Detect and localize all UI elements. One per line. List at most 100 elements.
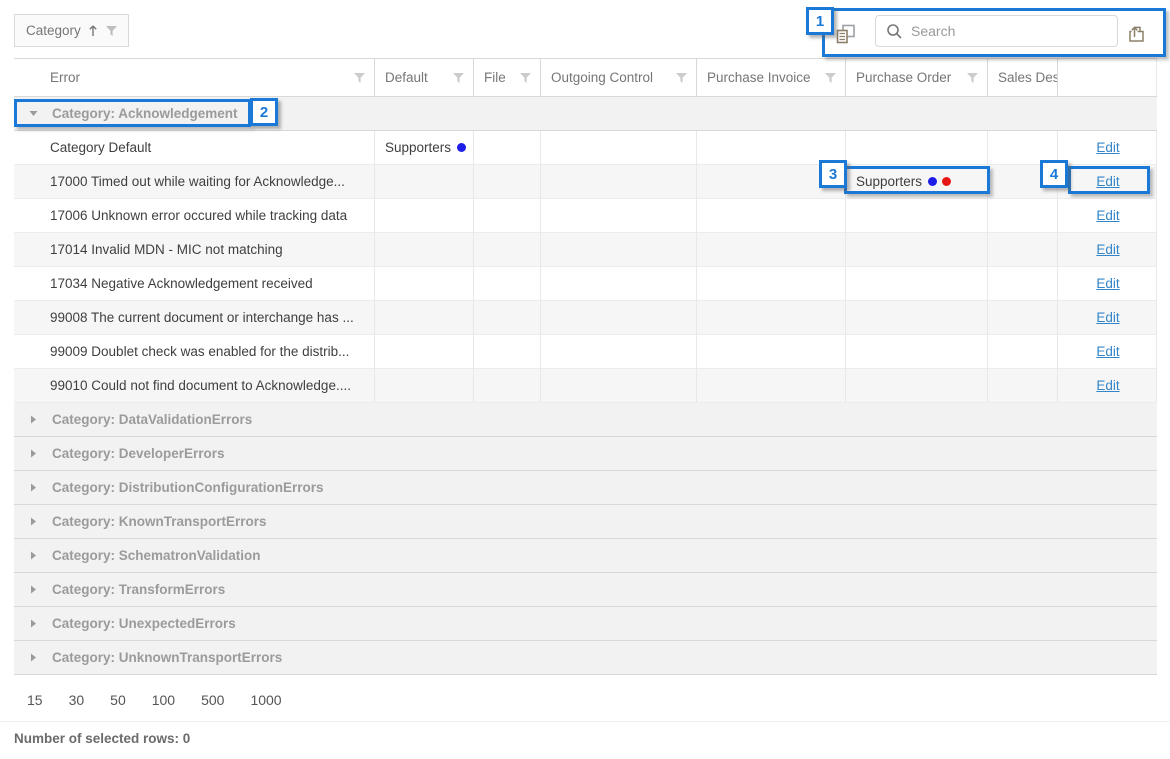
purchase-invoice-cell: [697, 131, 846, 164]
group-row-unexpectederrors[interactable]: Category: UnexpectedErrors: [14, 607, 1157, 641]
chevron-right-icon[interactable]: [14, 585, 52, 594]
column-header-purchase-order[interactable]: Purchase Order: [846, 59, 988, 96]
file-cell: [474, 199, 541, 232]
table-row[interactable]: Category Default Supporters Edit: [14, 131, 1157, 165]
edit-link[interactable]: Edit: [1096, 276, 1119, 291]
edit-link[interactable]: Edit: [1096, 344, 1119, 359]
edit-link[interactable]: Edit: [1096, 208, 1119, 223]
page-size-option[interactable]: 50: [110, 692, 126, 708]
edit-link[interactable]: Edit: [1096, 174, 1119, 189]
purchase-order-cell: [846, 301, 988, 334]
table-row[interactable]: 99008 The current document or interchang…: [14, 301, 1157, 335]
default-cell: Supporters: [375, 131, 474, 164]
sales-despatch-cell: [988, 301, 1058, 334]
error-cell: 99009 Doublet check was enabled for the …: [14, 335, 375, 368]
filter-icon[interactable]: [960, 72, 979, 84]
search-input[interactable]: [911, 23, 1109, 39]
column-header-file[interactable]: File: [474, 59, 541, 96]
page-size-option[interactable]: 1000: [250, 692, 281, 708]
edit-link[interactable]: Edit: [1096, 378, 1119, 393]
table-row[interactable]: 17000 Timed out while waiting for Acknow…: [14, 165, 1157, 199]
group-row-transformerrors[interactable]: Category: TransformErrors: [14, 573, 1157, 607]
page-size-option[interactable]: 100: [152, 692, 175, 708]
outgoing-control-cell: [541, 369, 697, 402]
error-cell: 17006 Unknown error occured while tracki…: [14, 199, 375, 232]
sales-despatch-cell: [988, 233, 1058, 266]
chevron-right-icon[interactable]: [14, 483, 52, 492]
filter-icon[interactable]: [513, 72, 532, 84]
chevron-right-icon[interactable]: [14, 653, 52, 662]
chevron-right-icon[interactable]: [14, 449, 52, 458]
page-size-option[interactable]: 30: [69, 692, 85, 708]
column-header-label: Sales Desp: [998, 70, 1058, 85]
page-size-option[interactable]: 500: [201, 692, 224, 708]
file-cell: [474, 233, 541, 266]
supporter-dot-red: [942, 177, 951, 186]
default-cell: [375, 199, 474, 232]
column-header-outgoing-control[interactable]: Outgoing Control: [541, 59, 697, 96]
group-chip-label: Category: [26, 23, 81, 38]
group-label: Category: UnknownTransportErrors: [52, 650, 282, 665]
edit-cell: Edit: [1058, 335, 1157, 368]
page-size-selector: 15 30 50 100 500 1000: [14, 692, 1170, 708]
edit-link[interactable]: Edit: [1096, 242, 1119, 257]
outgoing-control-cell: [541, 301, 697, 334]
outgoing-control-cell: [541, 335, 697, 368]
column-header-sales-despatch[interactable]: Sales Desp: [988, 59, 1058, 96]
filter-icon[interactable]: [669, 72, 688, 84]
filter-icon[interactable]: [347, 72, 366, 84]
purchase-invoice-cell: [697, 233, 846, 266]
chevron-right-icon[interactable]: [14, 517, 52, 526]
file-cell: [474, 301, 541, 334]
filter-icon[interactable]: [818, 72, 837, 84]
edit-cell: Edit: [1058, 267, 1157, 300]
chevron-right-icon[interactable]: [14, 619, 52, 628]
filter-icon[interactable]: [105, 25, 118, 37]
edit-cell: Edit: [1058, 131, 1157, 164]
table-row[interactable]: 99009 Doublet check was enabled for the …: [14, 335, 1157, 369]
sort-up-icon: [88, 24, 98, 37]
chevron-right-icon[interactable]: [14, 415, 52, 424]
filter-icon[interactable]: [446, 72, 465, 84]
chevron-down-icon[interactable]: [14, 110, 52, 117]
group-row-developererrors[interactable]: Category: DeveloperErrors: [14, 437, 1157, 471]
group-label: Category: DeveloperErrors: [52, 446, 225, 461]
page-size-option[interactable]: 15: [27, 692, 43, 708]
edit-link[interactable]: Edit: [1096, 310, 1119, 325]
table-row[interactable]: 17034 Negative Acknowledgement received …: [14, 267, 1157, 301]
edit-cell: Edit: [1058, 165, 1157, 198]
edit-link[interactable]: Edit: [1096, 140, 1119, 155]
column-header-error[interactable]: Error: [14, 59, 375, 96]
group-label: Category: TransformErrors: [52, 582, 225, 597]
default-cell: [375, 233, 474, 266]
column-header-edit: [1058, 59, 1157, 96]
column-header-default[interactable]: Default: [375, 59, 474, 96]
table-row[interactable]: 17014 Invalid MDN - MIC not matching Edi…: [14, 233, 1157, 267]
column-chooser-button[interactable]: [834, 21, 864, 47]
edit-cell: Edit: [1058, 199, 1157, 232]
group-chip-category[interactable]: Category: [14, 14, 129, 47]
file-cell: [474, 165, 541, 198]
group-row-knowntransporterrors[interactable]: Category: KnownTransportErrors: [14, 505, 1157, 539]
sales-despatch-cell: [988, 267, 1058, 300]
export-button[interactable]: [1126, 22, 1152, 46]
sales-despatch-cell: [988, 131, 1058, 164]
column-header-purchase-invoice[interactable]: Purchase Invoice: [697, 59, 846, 96]
data-grid: Error Default File Outgoing Control Purc…: [14, 58, 1157, 675]
error-cell: Category Default: [14, 131, 375, 164]
chevron-right-icon[interactable]: [14, 551, 52, 560]
purchase-invoice-cell: [697, 335, 846, 368]
column-header-label: Outgoing Control: [551, 70, 653, 85]
search-box: [875, 15, 1118, 47]
table-row[interactable]: 99010 Could not find document to Acknowl…: [14, 369, 1157, 403]
column-header-label: Error: [50, 70, 80, 85]
selected-rows-status: Number of selected rows: 0: [0, 721, 1170, 746]
purchase-invoice-cell: [697, 199, 846, 232]
group-row-datavalidationerrors[interactable]: Category: DataValidationErrors: [14, 403, 1157, 437]
column-header-label: Purchase Order: [856, 70, 951, 85]
group-row-unknowntransporterrors[interactable]: Category: UnknownTransportErrors: [14, 641, 1157, 675]
group-row-acknowledgement[interactable]: Category: Acknowledgement: [14, 97, 1157, 131]
group-row-schematronvalidation[interactable]: Category: SchematronValidation: [14, 539, 1157, 573]
table-row[interactable]: 17006 Unknown error occured while tracki…: [14, 199, 1157, 233]
group-row-distributionconfigurationerrors[interactable]: Category: DistributionConfigurationError…: [14, 471, 1157, 505]
